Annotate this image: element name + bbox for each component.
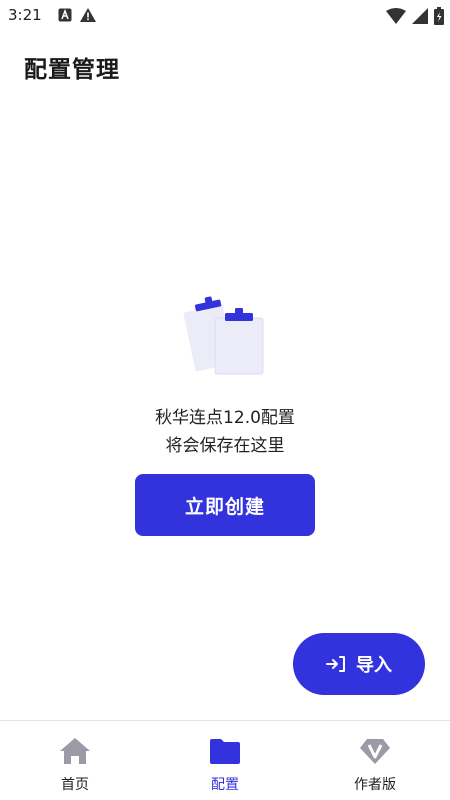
nav-item-home[interactable]: 首页 (0, 721, 150, 800)
import-icon (326, 656, 345, 672)
warning-icon (80, 8, 96, 22)
import-button[interactable]: 导入 (293, 633, 425, 695)
nav-label-config: 配置 (211, 777, 239, 793)
nav-item-config[interactable]: 配置 (150, 721, 300, 800)
v-badge-icon (360, 739, 390, 764)
status-time: 3:21 (8, 6, 42, 24)
nav-label-home: 首页 (61, 777, 89, 793)
wifi-icon (386, 8, 406, 24)
home-icon (60, 738, 90, 764)
create-now-button[interactable]: 立即创建 (135, 474, 315, 536)
status-bar: 3:21 (0, 0, 450, 30)
status-left-icons (58, 8, 96, 22)
status-right-icons (386, 7, 444, 25)
page-title: 配置管理 (24, 57, 120, 83)
signal-icon (412, 8, 428, 24)
text-a-icon (58, 8, 72, 22)
clipboard-icon (183, 296, 264, 375)
empty-message-line1: 秋华连点12.0配置 (155, 408, 295, 428)
nav-label-author: 作者版 (354, 777, 396, 793)
bottom-nav: 首页 配置 作者版 (0, 720, 450, 800)
empty-message-line2: 将会保存在这里 (165, 436, 285, 456)
folder-icon (210, 739, 240, 764)
import-label: 导入 (356, 655, 392, 676)
battery-icon (434, 7, 444, 25)
nav-item-author[interactable]: 作者版 (300, 721, 450, 800)
